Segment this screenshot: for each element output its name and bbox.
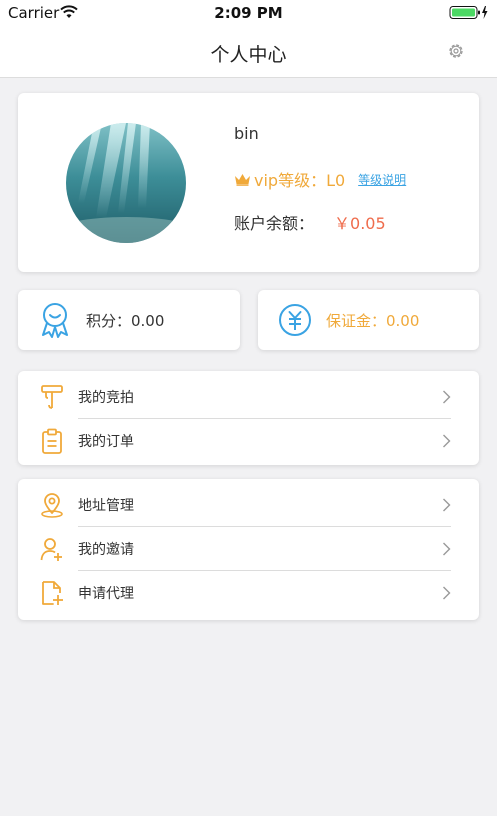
menu-label-my-invitations: 我的邀请 (78, 542, 134, 558)
battery-icon (449, 6, 488, 19)
menu-item-my-invitations[interactable]: 我的邀请 (18, 526, 479, 570)
menu-group-account: 地址管理 我的邀请 申请代理 (18, 479, 479, 620)
status-time: 2:09 PM (214, 4, 283, 22)
profile-card: bin vip等级：L0 等级说明 账户余额： ￥0.05 (18, 93, 479, 272)
chevron-right-icon (443, 498, 451, 512)
menu-label-my-orders: 我的订单 (78, 434, 134, 450)
chevron-right-icon (443, 434, 451, 448)
menu-item-my-orders[interactable]: 我的订单 (18, 418, 479, 462)
menu-item-address-management[interactable]: 地址管理 (18, 482, 479, 526)
yuan-coin-icon (279, 304, 311, 336)
page-title: 个人中心 (210, 44, 287, 66)
gear-icon[interactable] (447, 42, 465, 60)
avatar-image (66, 123, 186, 243)
deposit-card[interactable]: 保证金：0.00 (258, 290, 479, 350)
vip-level: vip等级：L0 (254, 171, 346, 190)
vip-description-link[interactable]: 等级说明 (358, 171, 406, 188)
status-bar: Carrier 2:09 PM (0, 0, 497, 26)
balance-value: ￥0.05 (334, 214, 386, 233)
vip-row: vip等级：L0 等级说明 (234, 167, 406, 191)
chevron-right-icon (443, 390, 451, 404)
location-pin-icon (41, 493, 63, 518)
auction-hammer-icon (41, 385, 63, 409)
points-value: 积分：0.00 (86, 312, 165, 330)
points-card[interactable]: 积分：0.00 (18, 290, 240, 350)
menu-item-apply-agent[interactable]: 申请代理 (18, 570, 479, 614)
add-document-icon (42, 581, 63, 605)
balance-row: 账户余额： ￥0.05 (234, 210, 386, 234)
medal-icon (42, 303, 68, 338)
add-user-icon (40, 538, 62, 561)
chevron-right-icon (443, 542, 451, 556)
menu-label-my-auctions: 我的竞拍 (78, 390, 134, 406)
menu-label-apply-agent: 申请代理 (78, 586, 134, 602)
menu-group-orders: 我的竞拍 我的订单 (18, 371, 479, 465)
navigation-bar: 个人中心 (0, 26, 497, 78)
clipboard-icon (42, 428, 62, 454)
menu-item-my-auctions[interactable]: 我的竞拍 (18, 374, 479, 418)
menu-label-address-management: 地址管理 (78, 498, 134, 514)
crown-icon (235, 173, 250, 186)
balance-label: 账户余额： (234, 214, 315, 233)
deposit-value: 保证金：0.00 (326, 312, 420, 330)
chevron-right-icon (443, 586, 451, 600)
avatar[interactable] (66, 123, 186, 243)
username: bin (234, 124, 259, 143)
